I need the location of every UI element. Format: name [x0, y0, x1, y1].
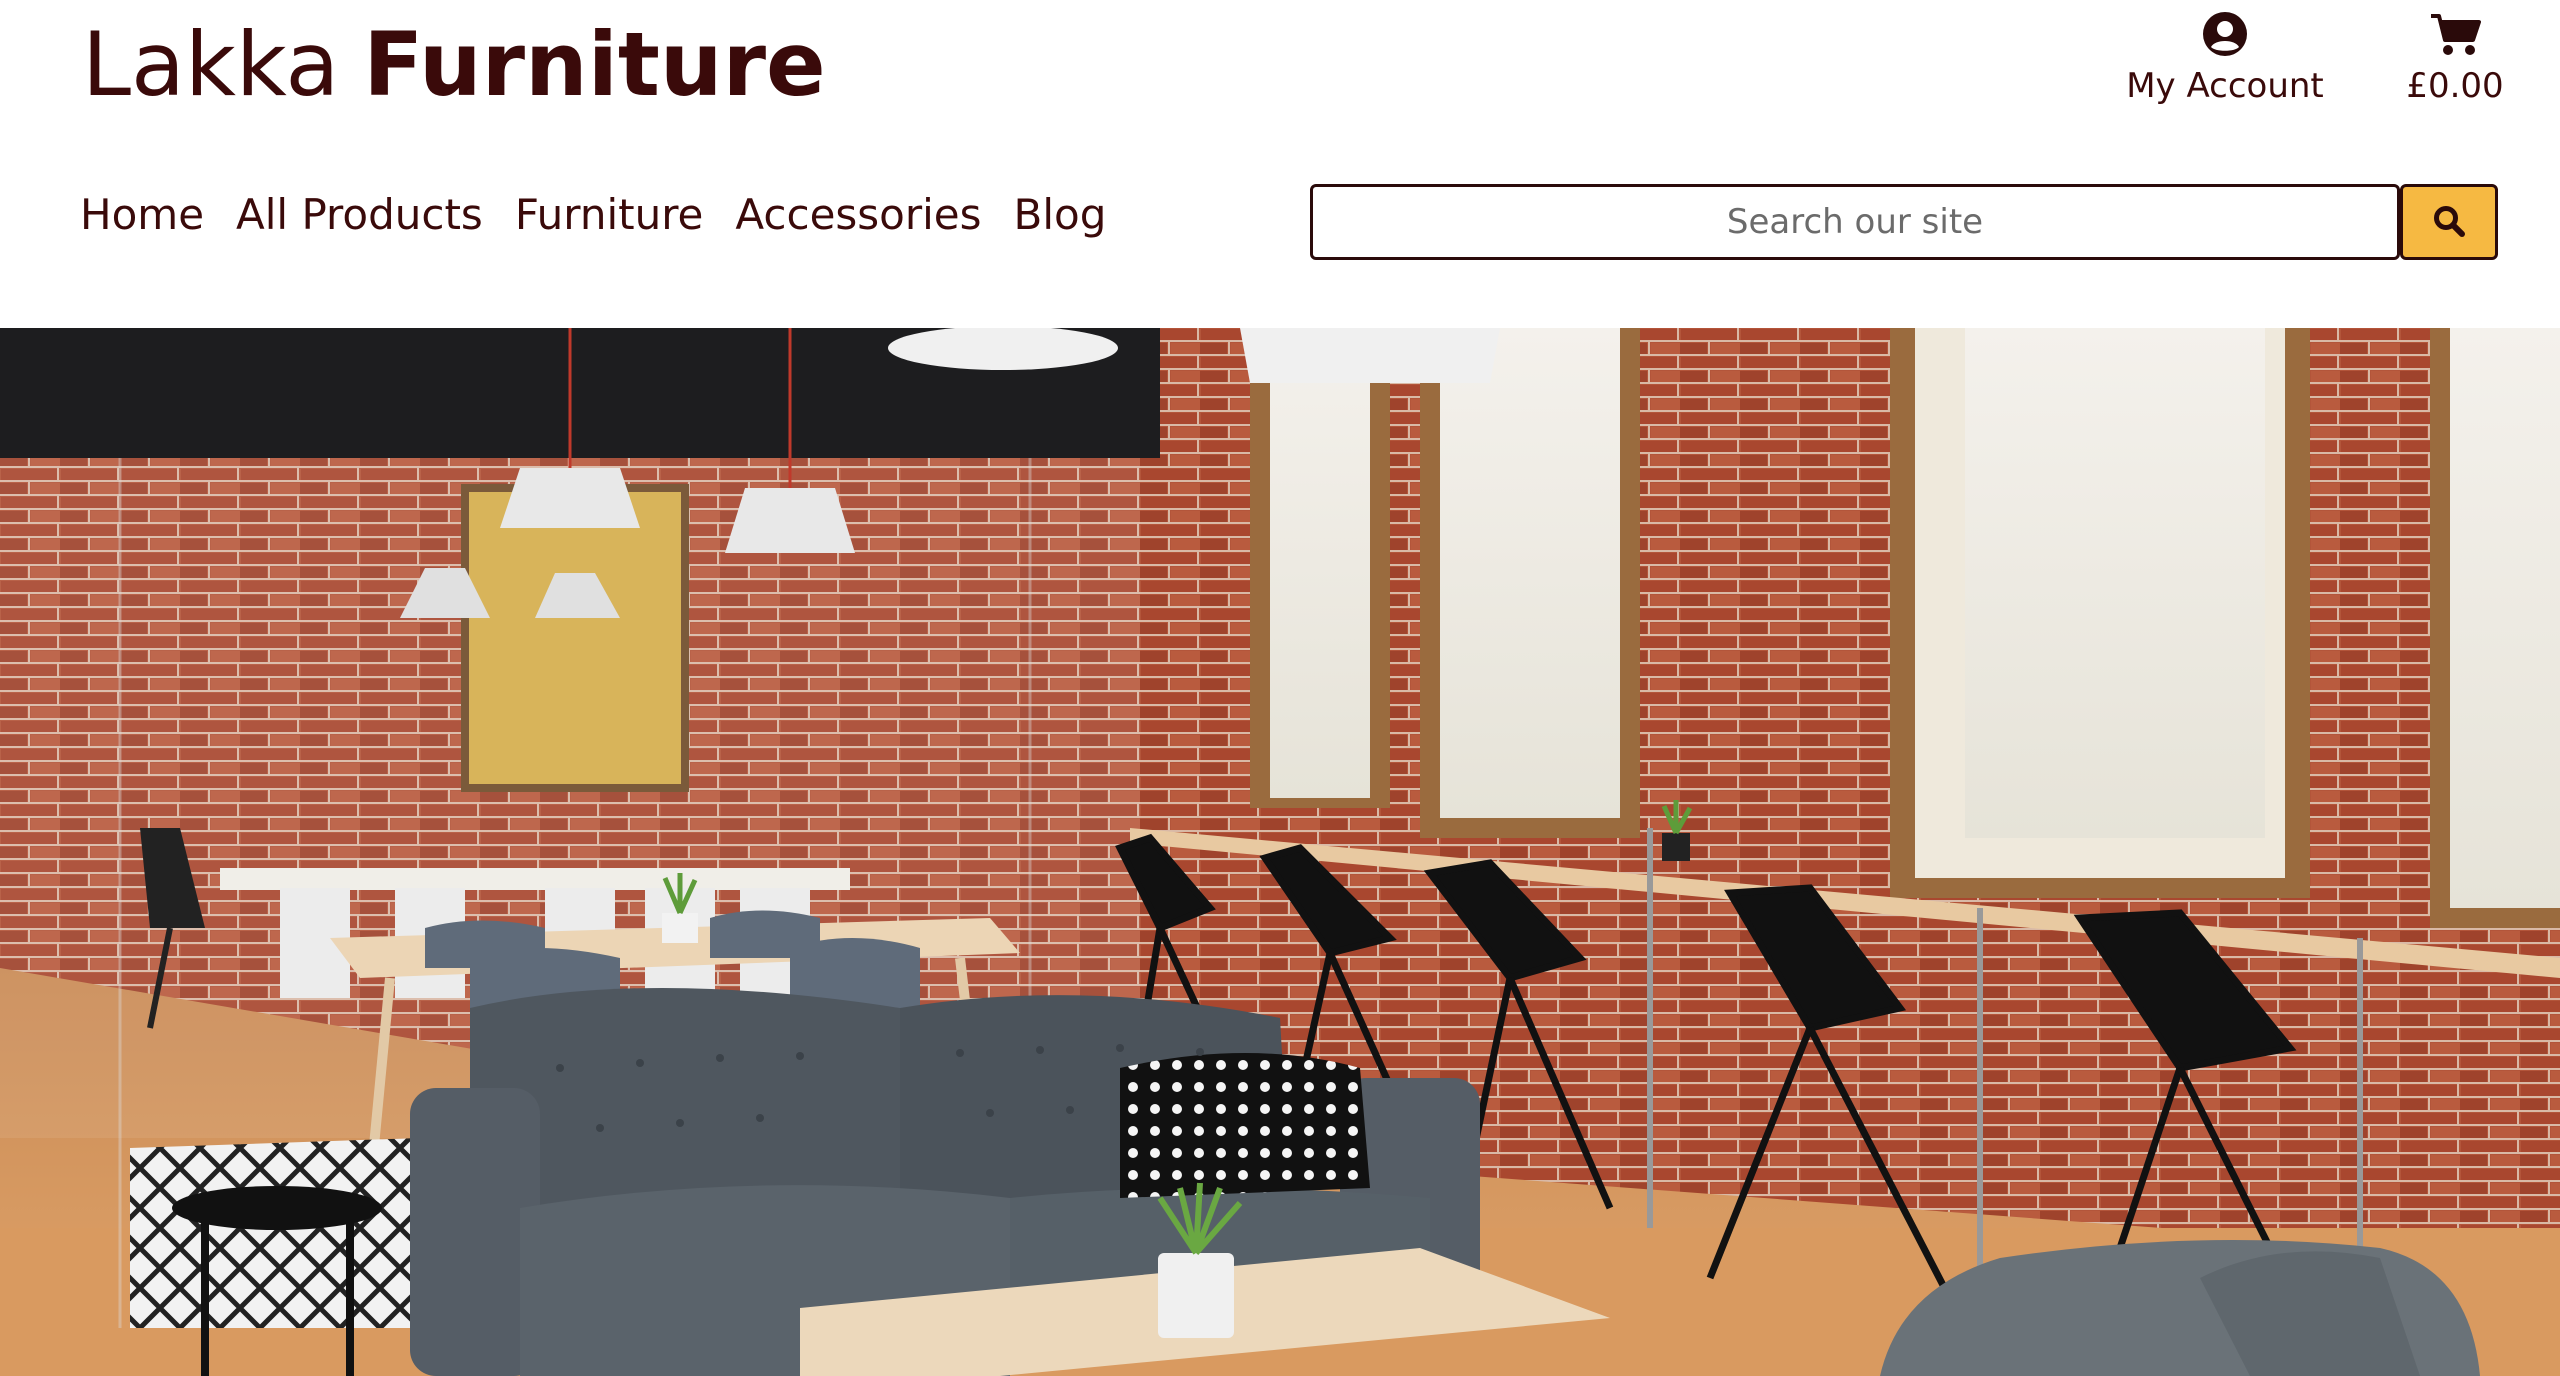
my-account-label: My Account [2126, 66, 2324, 106]
nav-item-furniture[interactable]: Furniture [515, 190, 704, 239]
brand-name-light: Lakka [82, 13, 340, 116]
site-logo[interactable]: Lakka Furniture [82, 10, 826, 120]
nav-item-blog[interactable]: Blog [1014, 190, 1107, 239]
site-header: Lakka Furniture My Account £0.00 Home All… [0, 0, 2560, 328]
shopping-cart-icon [2390, 10, 2520, 62]
hero-image [0, 328, 2560, 1376]
my-account-link[interactable]: My Account [2120, 10, 2330, 106]
cart-link[interactable]: £0.00 [2390, 10, 2520, 106]
user-circle-icon [2120, 10, 2330, 62]
brand-name-bold: Furniture [363, 13, 826, 116]
search-input[interactable] [1310, 184, 2400, 260]
hero-office-illustration [0, 328, 2560, 1376]
cart-total: £0.00 [2406, 66, 2504, 106]
search-form [1310, 184, 2498, 260]
nav-item-accessories[interactable]: Accessories [735, 190, 981, 239]
nav-item-all-products[interactable]: All Products [236, 190, 483, 239]
search-button[interactable] [2400, 184, 2498, 260]
search-icon [2432, 204, 2466, 241]
main-nav: Home All Products Furniture Accessories … [80, 190, 1106, 239]
nav-item-home[interactable]: Home [80, 190, 204, 239]
